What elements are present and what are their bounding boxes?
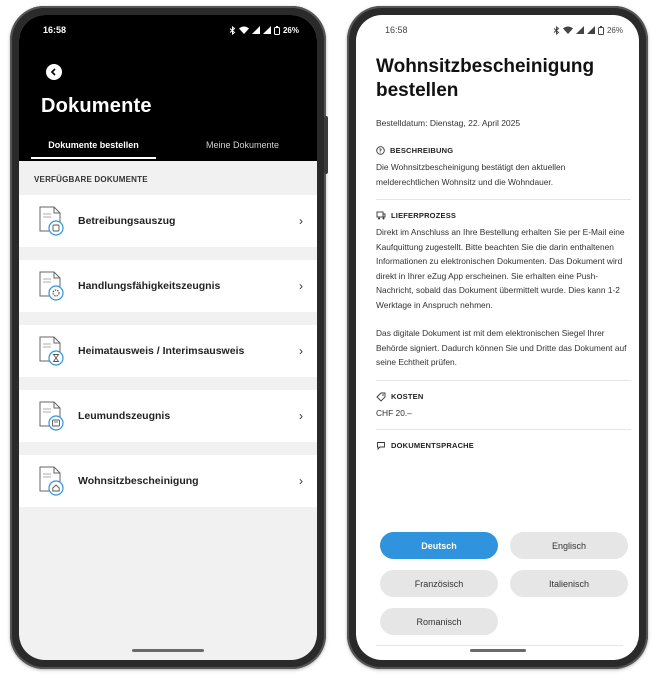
battery-level: 26%	[606, 25, 623, 35]
document-id-icon	[39, 401, 64, 431]
status-time: 16:58	[385, 25, 408, 35]
question-circle-icon: ?	[376, 146, 385, 155]
divider	[376, 429, 631, 430]
document-label: Heimatausweis / Interimsausweis	[78, 345, 245, 357]
status-bar: 16:58 26%	[43, 25, 299, 35]
signature-text: Das digitale Dokument ist mit dem elektr…	[376, 328, 627, 367]
description-text: Die Wohnsitzbescheinigung bestätigt den …	[376, 162, 566, 187]
app-header: 16:58 26% Dokumente Dokumente bestellen …	[19, 15, 317, 161]
wifi-icon	[562, 26, 573, 34]
delivery-heading-label: LIEFERPROZESS	[391, 211, 457, 220]
battery-level: 26%	[282, 25, 299, 35]
document-label: Handlungsfähigkeitszeugnis	[78, 280, 221, 292]
page-title: Dokumente	[41, 95, 152, 117]
document-item-betreibungsauszug[interactable]: Betreibungsauszug ›	[19, 195, 317, 247]
documents-screen: 16:58 26% Dokumente Dokumente bestellen …	[19, 15, 317, 660]
tab-order-documents[interactable]: Dokumente bestellen	[19, 135, 168, 161]
back-button[interactable]	[46, 64, 62, 80]
signal-icon-2	[262, 26, 271, 34]
order-detail-screen: 16:58 26% Wohnsitzbescheinigung bestelle…	[356, 15, 639, 660]
document-item-heimatausweis[interactable]: Heimatausweis / Interimsausweis ›	[19, 325, 317, 377]
language-option-italienisch[interactable]: Italienisch	[510, 570, 628, 597]
truck-icon	[376, 211, 386, 220]
chevron-right-icon: ›	[299, 279, 303, 293]
chevron-right-icon: ›	[299, 214, 303, 228]
chevron-right-icon: ›	[299, 409, 303, 423]
status-icons: 26%	[553, 25, 623, 35]
tab-my-documents[interactable]: Meine Dokumente	[168, 135, 317, 161]
bluetooth-icon	[553, 25, 560, 35]
order-date: Bestelldatum: Dienstag, 22. April 2025	[376, 118, 521, 128]
document-coin-icon	[39, 206, 64, 236]
divider	[376, 379, 631, 381]
signal-icon	[251, 26, 260, 34]
bluetooth-icon	[229, 25, 236, 35]
page-title-line1: Wohnsitzbescheinigung	[376, 56, 595, 77]
status-bar: 16:58 26%	[385, 25, 623, 35]
section-label-available: VERFÜGBARE DOKUMENTE	[34, 175, 148, 184]
signal-icon-2	[586, 26, 595, 34]
document-hourglass-icon	[39, 336, 64, 366]
language-selector: Deutsch Englisch Französisch Italienisch…	[380, 532, 628, 642]
costs-value: CHF 20.–	[376, 407, 412, 418]
language-option-englisch[interactable]: Englisch	[510, 532, 628, 559]
battery-icon	[597, 25, 604, 35]
page-title-line2: bestellen	[376, 80, 459, 101]
document-house-icon	[39, 466, 64, 496]
status-time: 16:58	[43, 25, 67, 35]
language-option-franzoesisch[interactable]: Französisch	[380, 570, 498, 597]
status-icons: 26%	[229, 25, 299, 35]
battery-icon	[273, 25, 280, 35]
costs-heading: KOSTEN	[376, 392, 627, 402]
document-label: Leumundszeugnis	[78, 410, 171, 422]
svg-text:?: ?	[379, 149, 382, 155]
costs-heading-label: KOSTEN	[391, 392, 424, 401]
document-label: Betreibungsauszug	[78, 215, 176, 227]
description-heading: ? BESCHREIBUNG	[376, 146, 627, 155]
document-item-wohnsitzbescheinigung[interactable]: Wohnsitzbescheinigung ›	[19, 455, 317, 507]
delivery-text: Direkt im Anschluss an Ihre Bestellung e…	[376, 227, 625, 310]
tab-bar: Dokumente bestellen Meine Dokumente	[19, 135, 317, 161]
document-item-leumundszeugnis[interactable]: Leumundszeugnis ›	[19, 390, 317, 442]
document-item-handlungsfaehigkeitszeugnis[interactable]: Handlungsfähigkeitszeugnis ›	[19, 260, 317, 312]
chevron-left-icon	[50, 68, 56, 76]
chevron-right-icon: ›	[299, 344, 303, 358]
description-heading-label: BESCHREIBUNG	[390, 146, 454, 155]
divider	[376, 645, 623, 646]
document-gear-icon	[39, 271, 64, 301]
page-title: Wohnsitzbescheinigung bestellen	[376, 55, 627, 103]
phone-frame-left: 16:58 26% Dokumente Dokumente bestellen …	[10, 6, 328, 669]
language-heading-label: DOKUMENTSPRACHE	[391, 441, 475, 450]
home-indicator[interactable]	[132, 649, 204, 652]
signal-icon	[575, 26, 584, 34]
speech-bubble-icon	[377, 442, 385, 450]
order-content: Wohnsitzbescheinigung bestellen Bestelld…	[376, 55, 631, 450]
chevron-right-icon: ›	[299, 474, 303, 488]
volume-button	[324, 116, 328, 174]
language-heading: DOKUMENTSPRACHE	[376, 441, 627, 450]
price-tag-icon	[376, 392, 386, 402]
language-option-romanisch[interactable]: Romanisch	[380, 608, 498, 635]
delivery-heading: LIEFERPROZESS	[376, 211, 627, 220]
wifi-icon	[238, 26, 249, 34]
language-option-deutsch[interactable]: Deutsch	[380, 532, 498, 559]
home-indicator[interactable]	[469, 649, 526, 652]
divider	[376, 199, 631, 200]
phone-frame-right: 16:58 26% Wohnsitzbescheinigung bestelle…	[347, 6, 648, 669]
document-label: Wohnsitzbescheinigung	[78, 475, 199, 487]
